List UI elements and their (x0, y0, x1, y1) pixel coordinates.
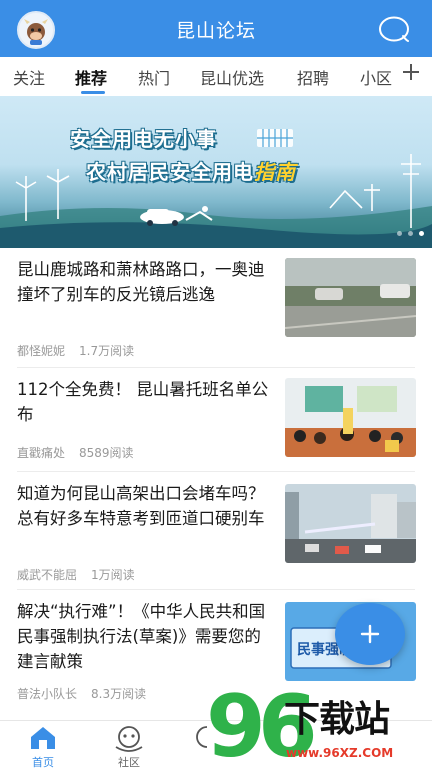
community-icon (115, 726, 143, 752)
news-meta: 直戳痛处 8589阅读 (17, 444, 134, 461)
news-author[interactable]: 直戳痛处 (17, 446, 65, 460)
news-thumbnail[interactable] (285, 258, 416, 337)
search-icon[interactable] (377, 14, 411, 44)
nav-community[interactable]: 社区 (99, 723, 159, 768)
tab-follow[interactable]: 关注 (13, 65, 45, 89)
tab-hot[interactable]: 热门 (138, 65, 170, 89)
tab-community[interactable]: 小区 (360, 65, 392, 89)
banner-highlight: 指南 (254, 160, 296, 184)
category-tabs: 关注 推荐 热门 昆山优选 招聘 小区 (0, 57, 432, 96)
news-title[interactable]: 知道为何昆山高架出口会堵车吗？总有好多车特意考到匝道口硬别车 (17, 481, 275, 531)
nav-community-label: 社区 (118, 756, 140, 768)
news-meta: 威武不能屈 1万阅读 (17, 566, 135, 583)
news-meta: 普法小队长 8.3万阅读 (17, 685, 146, 702)
carousel-dots (397, 231, 424, 236)
tab-kunshan-select[interactable]: 昆山优选 (200, 65, 264, 89)
news-thumbnail[interactable] (285, 484, 416, 563)
news-title[interactable]: 昆山鹿城路和萧林路路口，一奥迪撞坏了别车的反光镜后逃逸 (17, 257, 275, 307)
news-views: 1万阅读 (91, 568, 135, 582)
banner-subheadline-main: 农村居民安全用电 (86, 160, 254, 184)
banner-headline: 安全用电无小事 (70, 127, 217, 151)
watermark-url: www.96XZ.COM (286, 746, 394, 760)
carousel-dot[interactable] (397, 231, 402, 236)
promo-banner[interactable]: 安全用电无小事 农村居民安全用电指南 (0, 96, 432, 248)
app-header: 昆山论坛 (0, 0, 432, 57)
news-views: 8.3万阅读 (91, 687, 147, 701)
news-title[interactable]: 112个全免费！ 昆山暑托班名单公布 (17, 377, 275, 427)
active-tab-indicator (81, 91, 105, 94)
news-author[interactable]: 威武不能屈 (17, 568, 77, 582)
plus-icon[interactable] (402, 63, 420, 81)
news-thumbnail[interactable] (285, 378, 416, 457)
tab-recommend[interactable]: 推荐 (75, 65, 107, 89)
news-author[interactable]: 都怪妮妮 (17, 344, 65, 358)
plus-icon (360, 624, 380, 644)
watermark-brand: 下载站 (284, 699, 390, 740)
list-item[interactable]: 昆山鹿城路和萧林路路口，一奥迪撞坏了别车的反光镜后逃逸 都怪妮妮 1.7万阅读 (0, 248, 432, 360)
list-item[interactable]: 知道为何昆山高架出口会堵车吗？总有好多车特意考到匝道口硬别车 威武不能屈 1万阅读 (0, 472, 432, 584)
tab-jobs[interactable]: 招聘 (297, 65, 329, 89)
news-meta: 都怪妮妮 1.7万阅读 (17, 342, 134, 359)
carousel-dot-active[interactable] (419, 231, 424, 236)
create-post-button[interactable] (335, 603, 405, 665)
home-icon (31, 727, 55, 749)
news-views: 8589阅读 (79, 446, 134, 460)
news-views: 1.7万阅读 (79, 344, 135, 358)
banner-subheadline: 农村居民安全用电指南 (86, 156, 296, 185)
page-title: 昆山论坛 (175, 20, 256, 42)
news-title[interactable]: 解决“执行难”！《中华人民共和国民事强制执行法(草案)》需要您的建言献策 (17, 599, 275, 674)
carousel-dot[interactable] (408, 231, 413, 236)
news-author[interactable]: 普法小队长 (17, 687, 77, 701)
nav-home-label: 首页 (32, 756, 54, 768)
list-item[interactable]: 112个全免费！ 昆山暑托班名单公布 直戳痛处 8589阅读 (0, 368, 432, 480)
nav-home[interactable]: 首页 (13, 723, 73, 768)
